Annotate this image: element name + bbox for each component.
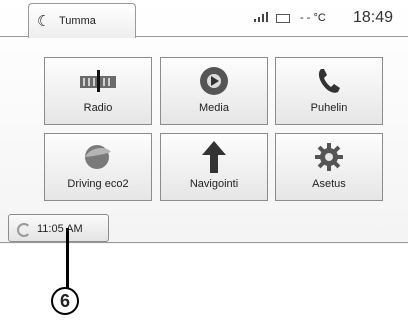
tile-media[interactable]: Media xyxy=(160,57,268,125)
moon-icon: ☾ xyxy=(37,13,51,30)
tile-label: Puhelin xyxy=(310,102,348,114)
header-clock: 18:49 xyxy=(353,9,394,26)
eco-leaf-icon xyxy=(45,140,151,174)
callout-number: 6 xyxy=(51,287,79,315)
tile-label: Asetus xyxy=(312,178,346,190)
mode-label: Tumma xyxy=(59,15,96,27)
mode-tab[interactable]: ☾ Tumma xyxy=(28,3,136,38)
settings-gear-icon xyxy=(276,140,382,174)
tile-driving-eco2[interactable]: Driving eco2 xyxy=(44,133,152,201)
radio-icon xyxy=(45,64,151,98)
callout-number-text: 6 xyxy=(59,290,70,311)
tile-radio[interactable]: Radio xyxy=(44,57,152,125)
tile-label: Radio xyxy=(83,102,113,114)
tile-label: Navigointi xyxy=(189,178,239,190)
navigation-arrow-icon xyxy=(161,140,267,174)
phone-icon xyxy=(276,64,382,98)
tile-label: Driving eco2 xyxy=(67,178,129,190)
head-unit-screen: ☾ Tumma - - °C 18:49 Radio Media Puhelin… xyxy=(0,0,408,244)
temperature-readout: - - °C xyxy=(300,12,326,24)
footer-divider xyxy=(0,242,408,243)
time-button[interactable]: 11:05 AM xyxy=(8,214,109,242)
battery-icon xyxy=(276,14,290,23)
loading-icon xyxy=(17,223,31,237)
tile-settings[interactable]: Asetus xyxy=(275,133,383,201)
tile-navigation[interactable]: Navigointi xyxy=(160,133,268,201)
tile-phone[interactable]: Puhelin xyxy=(275,57,383,125)
media-play-icon xyxy=(161,64,267,98)
callout-pointer xyxy=(66,228,69,288)
time-label: 11:05 AM xyxy=(37,223,83,235)
tile-label: Media xyxy=(199,102,229,114)
signal-strength-icon xyxy=(254,12,270,25)
